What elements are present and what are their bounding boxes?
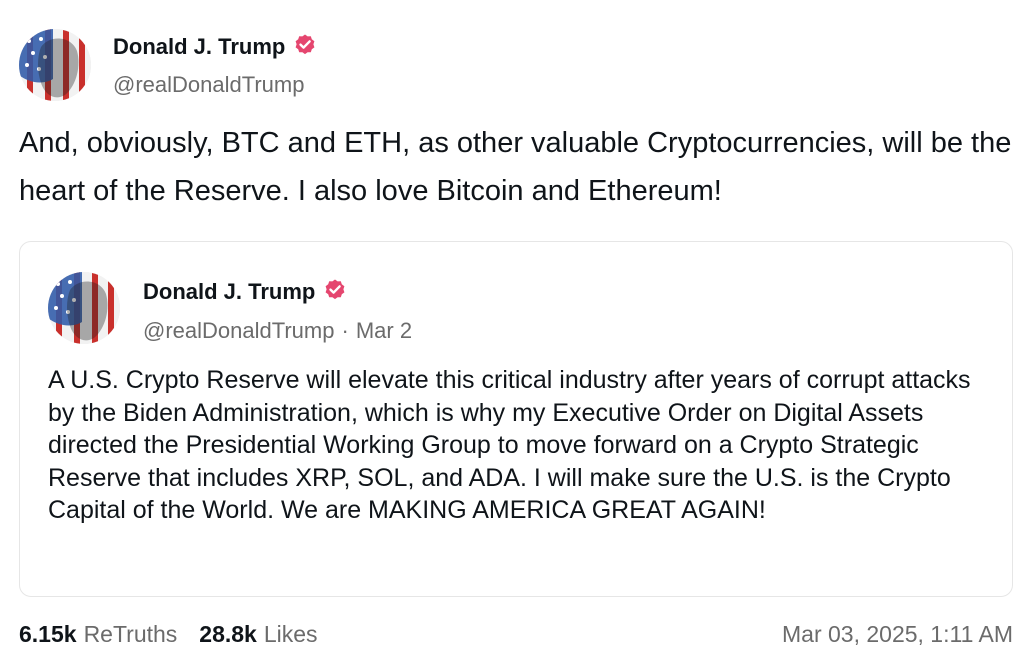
quoted-post-date[interactable]: Mar 2 — [356, 318, 412, 343]
quoted-author-avatar[interactable] — [48, 272, 120, 344]
truth-post: Donald J. Trump @realDonaldTrump And, ob… — [0, 0, 1028, 652]
post-timestamp: Mar 03, 2025, 1:11 AM — [782, 620, 1013, 647]
quoted-author-name-row: Donald J. Trump — [143, 276, 347, 308]
retruths-count: 6.15k — [19, 620, 77, 647]
avatar-image — [19, 29, 91, 101]
avatar-image — [48, 272, 120, 344]
quoted-post-card[interactable]: Donald J. Trump @realDonaldTrump · Mar 2 A… — [19, 241, 1013, 597]
quoted-author-display-name[interactable]: Donald J. Trump — [143, 279, 315, 305]
quoted-author-handle[interactable]: @realDonaldTrump — [143, 318, 334, 343]
post-body-text: And, obviously, BTC and ETH, as other va… — [19, 127, 1012, 207]
author-handle[interactable]: @realDonaldTrump — [113, 72, 304, 98]
verified-badge-icon — [293, 33, 317, 62]
likes-count: 28.8k — [199, 620, 257, 647]
likes-label: Likes — [263, 620, 318, 647]
quoted-post-body-text: A U.S. Crypto Reserve will elevate this … — [48, 366, 971, 524]
quoted-author-meta: @realDonaldTrump · Mar 2 — [143, 318, 412, 344]
retruths-stat[interactable]: 6.15k ReTruths — [19, 621, 177, 648]
likes-stat[interactable]: 28.8k Likes — [199, 621, 317, 648]
author-name-row: Donald J. Trump — [113, 31, 317, 63]
author-avatar[interactable] — [19, 29, 91, 101]
author-display-name[interactable]: Donald J. Trump — [113, 34, 285, 60]
meta-separator: · — [341, 318, 349, 343]
post-footer: 6.15k ReTruths 28.8k Likes Mar 03, 2025,… — [19, 614, 1013, 654]
retruths-label: ReTruths — [83, 620, 178, 647]
verified-badge-icon — [323, 278, 347, 307]
